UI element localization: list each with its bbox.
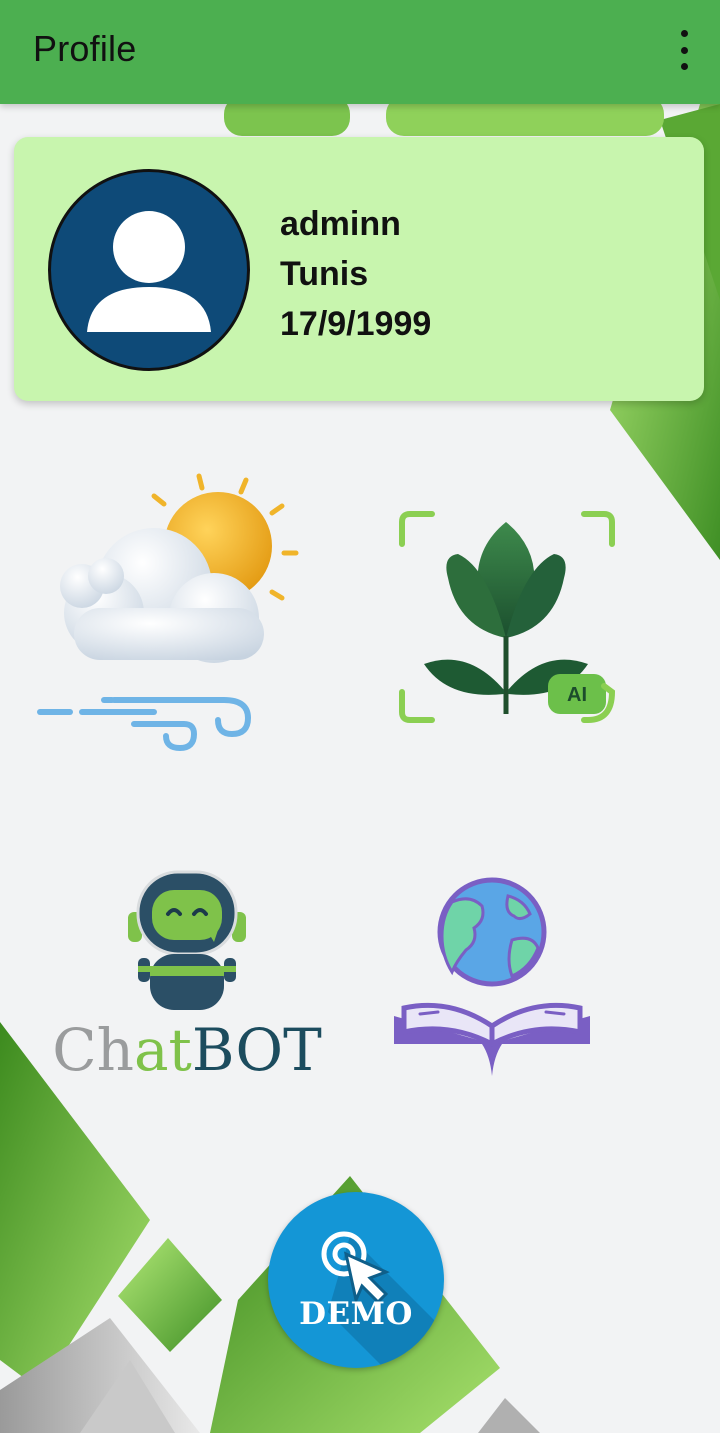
weather-tile[interactable] — [34, 468, 304, 758]
chatbot-tile[interactable]: ChatBOT — [42, 866, 332, 1096]
education-tile[interactable] — [390, 876, 594, 1082]
profile-birthdate: 17/9/1999 — [280, 305, 432, 343]
demo-button[interactable]: DEMO — [268, 1192, 444, 1368]
page-title: Profile — [33, 28, 137, 69]
profile-username: adminn — [280, 205, 401, 243]
ai-badge: AI — [567, 684, 587, 706]
more-vert-icon[interactable] — [672, 30, 696, 70]
weather-icon — [37, 473, 299, 752]
globe-book-icon — [394, 877, 590, 1076]
profile-city: Tunis — [280, 255, 369, 293]
plant-ai-scan-icon: AI — [399, 511, 616, 723]
chatbot-robot-icon — [128, 870, 246, 1010]
profile-info: adminn Tunis 17/9/1999 — [280, 199, 431, 349]
chatbot-logo-text: ChatBOT — [52, 1016, 322, 1084]
click-cursor-icon — [321, 1231, 444, 1368]
person-avatar-icon — [48, 169, 250, 371]
app-bar: Profile — [0, 0, 720, 104]
profile-card: adminn Tunis 17/9/1999 — [14, 137, 704, 401]
plant-ai-tile[interactable]: AI — [398, 508, 618, 728]
demo-label: DEMO — [299, 1296, 413, 1332]
